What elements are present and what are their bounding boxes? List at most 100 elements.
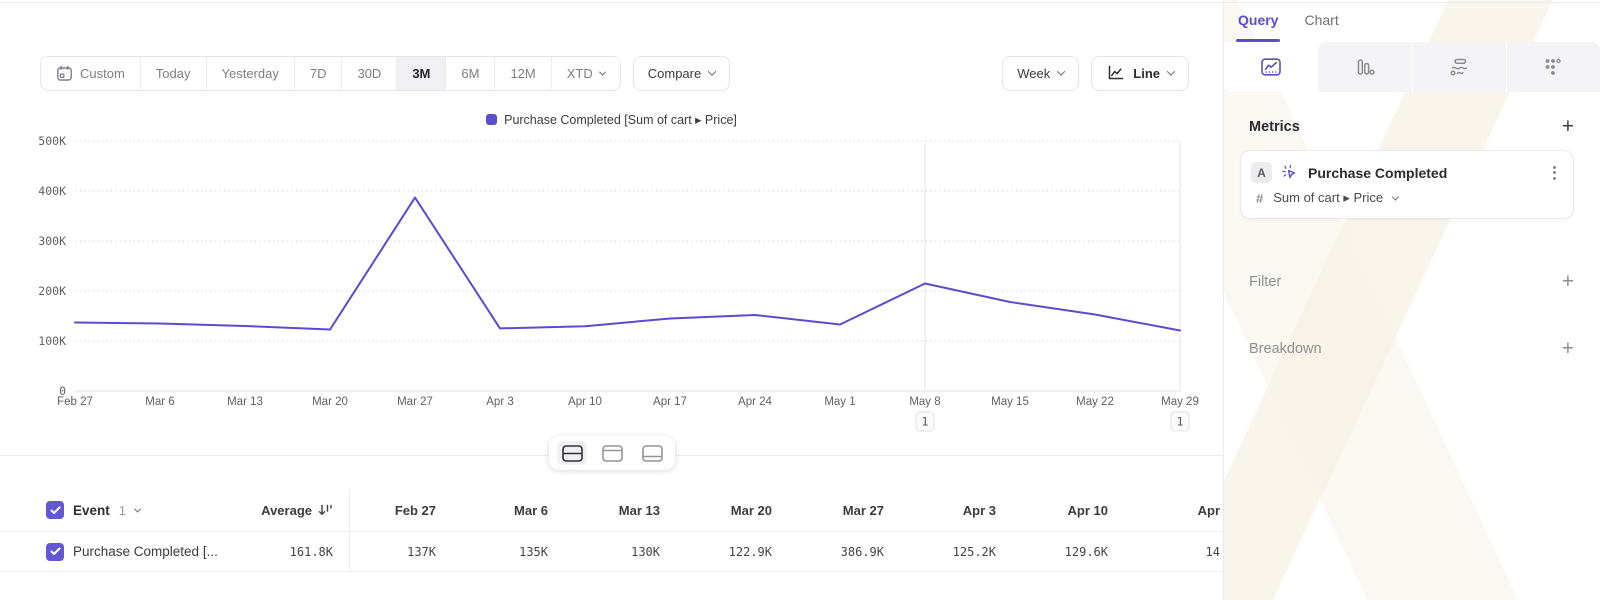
- x-axis-tick: May 29: [1161, 396, 1199, 408]
- average-value-cell: 161.8K: [228, 532, 350, 571]
- date-column-header[interactable]: Apr 3: [910, 503, 1022, 518]
- compare-button[interactable]: Compare: [633, 56, 730, 91]
- legend-swatch: [486, 114, 497, 125]
- event-selector[interactable]: Event 1: [0, 501, 228, 519]
- range-3m-button[interactable]: 3M: [396, 57, 445, 90]
- table-header-row: Event 1 Average Feb 27Mar 6Mar 13Mar 20M…: [0, 489, 1224, 532]
- chevron-down-icon: [1167, 67, 1175, 75]
- metric-card[interactable]: A Purchase Completed # Sum of cart ▸ Pri…: [1240, 150, 1574, 219]
- average-column-header[interactable]: Average: [228, 489, 350, 531]
- kebab-menu-icon[interactable]: [1550, 163, 1559, 183]
- add-filter-button[interactable]: +: [1562, 271, 1574, 292]
- value-cell: 137K: [350, 545, 462, 559]
- x-axis-tick: Mar 13: [227, 396, 263, 408]
- layout-toggle: [549, 436, 675, 470]
- chevron-down-icon: [134, 505, 141, 512]
- tile-flows[interactable]: [1412, 42, 1506, 92]
- add-breakdown-button[interactable]: +: [1562, 338, 1574, 359]
- table-row: Purchase Completed [... 161.8K 137K135K1…: [0, 532, 1224, 572]
- value-cell: 135K: [462, 545, 574, 559]
- range-xtd-button[interactable]: XTD: [551, 57, 620, 90]
- sort-icon: [318, 503, 333, 517]
- top-divider: [0, 2, 1600, 3]
- value-cell: 14: [1134, 545, 1224, 559]
- table-bottom-icon: [642, 445, 663, 462]
- legend-label: Purchase Completed [Sum of cart ▸ Price]: [504, 112, 737, 127]
- line-chart[interactable]: 500K400K300K200K100K011Feb 27Mar 6Mar 13…: [0, 128, 1224, 448]
- date-column-header[interactable]: Apr: [1134, 503, 1224, 518]
- x-axis-tick: Mar 20: [312, 396, 348, 408]
- chart-type-dropdown[interactable]: Line: [1091, 56, 1189, 91]
- split-view-icon: [562, 445, 583, 462]
- interval-label: Week: [1017, 66, 1050, 81]
- filter-section: Filter +: [1224, 271, 1600, 292]
- x-axis-tick: Feb 27: [57, 396, 93, 408]
- range-30d-button[interactable]: 30D: [341, 57, 396, 90]
- line-chart-icon: [1106, 64, 1125, 82]
- retention-dots-icon: [1542, 57, 1564, 77]
- y-axis-tick: 400K: [38, 184, 66, 198]
- range-yesterday-button[interactable]: Yesterday: [206, 57, 294, 90]
- flows-icon: [1448, 57, 1470, 77]
- add-metric-button[interactable]: +: [1562, 116, 1574, 137]
- date-column-header[interactable]: Mar 13: [574, 503, 686, 518]
- range-12m-button[interactable]: 12M: [494, 57, 550, 90]
- annotation-badge-label: 1: [1177, 415, 1184, 429]
- range-7d-button[interactable]: 7D: [294, 57, 342, 90]
- tab-query[interactable]: Query: [1238, 12, 1278, 42]
- event-count: 1: [119, 503, 126, 518]
- select-all-checkbox[interactable]: [46, 501, 64, 519]
- value-cell: 125.2K: [910, 545, 1022, 559]
- insights-report: CustomToday Yesterday 7D 30D 3M 6M 12M XTD Comp…: [0, 0, 1600, 600]
- row-name: Purchase Completed [...: [73, 544, 218, 559]
- range-label: 30D: [357, 66, 381, 81]
- interval-dropdown[interactable]: Week: [1002, 56, 1079, 91]
- y-axis-tick: 300K: [38, 234, 66, 248]
- range-label: 6M: [461, 66, 479, 81]
- annotation-badge-label: 1: [922, 415, 929, 429]
- layout-chart-top-button[interactable]: [597, 441, 627, 465]
- chevron-down-icon: [708, 67, 716, 75]
- calendar-icon: [56, 65, 73, 82]
- aggregation-label: Sum of cart ▸ Price: [1273, 190, 1383, 206]
- x-axis-tick: May 8: [909, 396, 940, 408]
- sidebar-tabs: Query Chart: [1224, 0, 1600, 42]
- hash-icon: #: [1256, 191, 1263, 206]
- range-today-button[interactable]: Today: [140, 57, 206, 90]
- value-cell: 130K: [574, 545, 686, 559]
- date-column-header[interactable]: Apr 10: [1022, 503, 1134, 518]
- report-main-panel: CustomToday Yesterday 7D 30D 3M 6M 12M XTD Comp…: [0, 0, 1224, 600]
- event-label: Event: [73, 503, 110, 518]
- date-column-header[interactable]: Feb 27: [350, 503, 462, 518]
- row-checkbox[interactable]: [46, 543, 64, 561]
- range-label: Yesterday: [222, 66, 279, 81]
- insights-line-chart-icon: [1260, 57, 1282, 77]
- range-label: 12M: [510, 66, 535, 81]
- x-axis-tick: Apr 10: [568, 396, 602, 408]
- x-axis-tick: Mar 6: [145, 396, 174, 408]
- date-column-header[interactable]: Mar 20: [686, 503, 798, 518]
- x-axis-tick: May 22: [1076, 396, 1114, 408]
- x-axis-tick: Mar 27: [397, 396, 433, 408]
- results-table: Event 1 Average Feb 27Mar 6Mar 13Mar 20M…: [0, 489, 1224, 572]
- breakdown-section: Breakdown +: [1224, 338, 1600, 359]
- layout-split-view-button[interactable]: [557, 441, 587, 465]
- y-axis-tick: 500K: [38, 134, 66, 148]
- series-line: [75, 198, 1180, 331]
- filter-title: Filter: [1249, 274, 1281, 290]
- date-column-header[interactable]: Mar 27: [798, 503, 910, 518]
- date-range-group: CustomToday Yesterday 7D 30D 3M 6M 12M XTD: [40, 56, 621, 91]
- date-column-header[interactable]: Mar 6: [462, 503, 574, 518]
- tile-retention[interactable]: [1506, 42, 1600, 92]
- chevron-down-icon: [599, 68, 606, 75]
- chevron-down-icon: [1057, 67, 1065, 75]
- range-custom-button[interactable]: Custom: [41, 57, 140, 90]
- aggregation-dropdown[interactable]: # Sum of cart ▸ Price: [1256, 190, 1559, 206]
- tab-chart[interactable]: Chart: [1304, 12, 1338, 42]
- layout-table-bottom-button[interactable]: [637, 441, 667, 465]
- tile-insights[interactable]: [1224, 42, 1317, 92]
- value-cell: 122.9K: [686, 545, 798, 559]
- range-6m-button[interactable]: 6M: [445, 57, 494, 90]
- value-cell: 129.6K: [1022, 545, 1134, 559]
- tile-bar-chart[interactable]: [1317, 42, 1411, 92]
